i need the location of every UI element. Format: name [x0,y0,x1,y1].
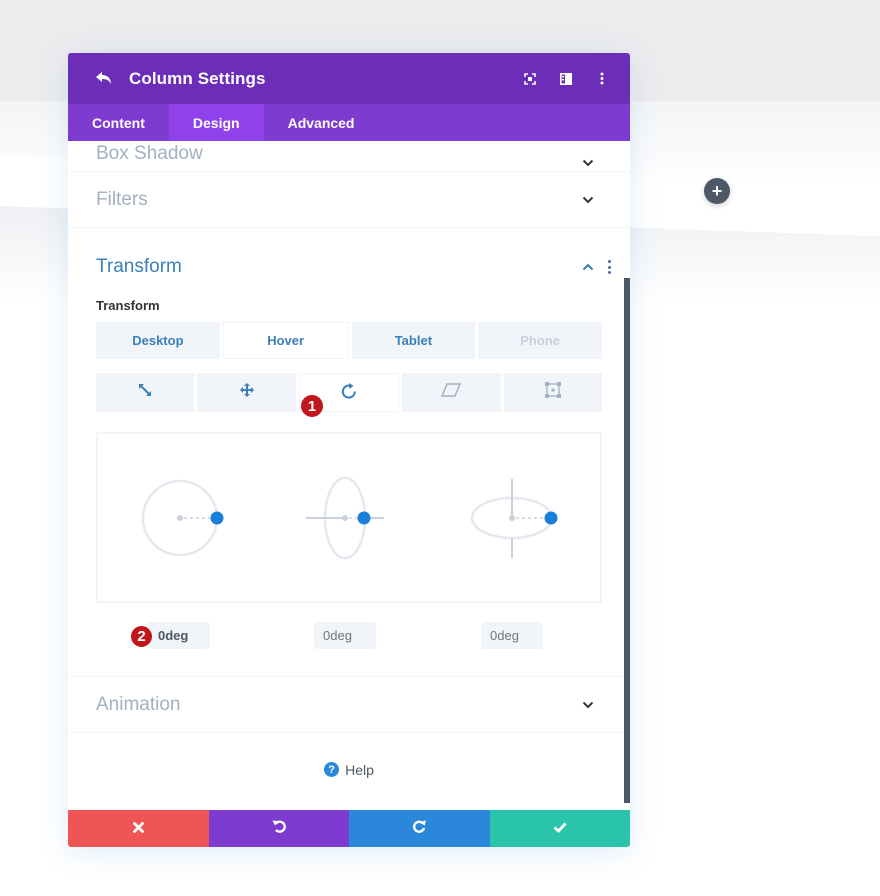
skew-icon [441,383,462,402]
fullscreen-icon[interactable] [522,71,538,87]
rotate-preview [96,432,602,603]
chevron-down-icon [582,699,594,711]
scale-icon [137,382,153,403]
device-tab-hover[interactable]: Hover [222,322,349,359]
tab-content[interactable]: Content [68,104,169,141]
toggle-title: Animation [96,693,181,715]
check-icon [553,820,567,838]
settings-body: Box Shadow Filters Transform Transform D… [68,141,630,810]
modal-header: Column Settings [68,53,630,104]
back-icon[interactable] [96,69,116,89]
tool-origin[interactable] [503,373,603,412]
transform-label: Transform [96,298,160,313]
help-label: Help [345,761,374,778]
more-options-icon[interactable] [594,71,610,87]
rotate-z-input[interactable] [481,622,543,649]
toggle-animation[interactable]: Animation [68,677,630,733]
rotate-x-input[interactable] [147,622,210,649]
transform-tool-tabs: 1 [96,373,603,418]
tool-translate[interactable] [197,373,296,412]
chevron-down-icon [582,194,594,206]
cancel-button[interactable] [68,810,209,847]
plus-icon: + [711,181,723,201]
tool-skew[interactable] [402,373,501,412]
toggle-title: Transform [96,256,182,277]
rotate-x-dial[interactable] [141,479,224,557]
origin-icon [544,381,562,404]
undo-icon [272,819,286,838]
toggle-filters[interactable]: Filters [68,172,630,228]
add-section-button[interactable]: + [704,178,730,204]
help-link[interactable]: ? Help [324,762,374,778]
toggle-box-shadow[interactable]: Box Shadow [68,141,630,172]
redo-button[interactable] [349,810,490,847]
device-tab-desktop[interactable]: Desktop [96,322,220,359]
toggle-title: Filters [96,188,148,210]
tab-design[interactable]: Design [168,104,264,141]
annotation-badge-2: 2 [130,625,153,648]
modal-tabs: Content Design Advanced [68,104,630,141]
more-options-icon[interactable] [606,260,612,274]
chevron-down-icon [582,157,594,169]
undo-button[interactable] [208,810,349,847]
help-icon: ? [324,762,340,777]
chevron-up-icon [582,261,594,273]
rotate-y-dial[interactable] [306,476,384,560]
move-icon [239,383,254,402]
toggle-transform: Transform Transform Desktop Hover Tablet… [68,228,630,677]
toggle-title: Box Shadow [96,143,203,164]
modal-title: Column Settings [129,68,266,88]
rotate-y-input[interactable] [314,622,376,649]
rotate-inputs: 2 [96,603,602,663]
rotate-icon [341,382,357,404]
transform-header[interactable]: Transform [96,228,611,304]
split-view-icon[interactable] [558,71,574,87]
tab-advanced[interactable]: Advanced [264,104,379,141]
device-tab-tablet[interactable]: Tablet [351,322,476,359]
column-settings-modal: Column Settings Content Design Advanced … [68,53,630,847]
annotation-badge-1: 1 [300,394,324,418]
help-row: ? Help [68,733,630,808]
rotate-z-dial[interactable] [470,479,558,558]
tool-scale[interactable] [96,373,195,412]
close-icon [132,820,144,838]
modal-footer [68,810,630,847]
save-button[interactable] [489,810,630,847]
redo-icon [412,819,426,838]
scrollbar[interactable] [624,278,630,803]
device-tab-phone[interactable]: Phone [478,322,602,359]
device-tabs: Desktop Hover Tablet Phone [96,322,602,359]
